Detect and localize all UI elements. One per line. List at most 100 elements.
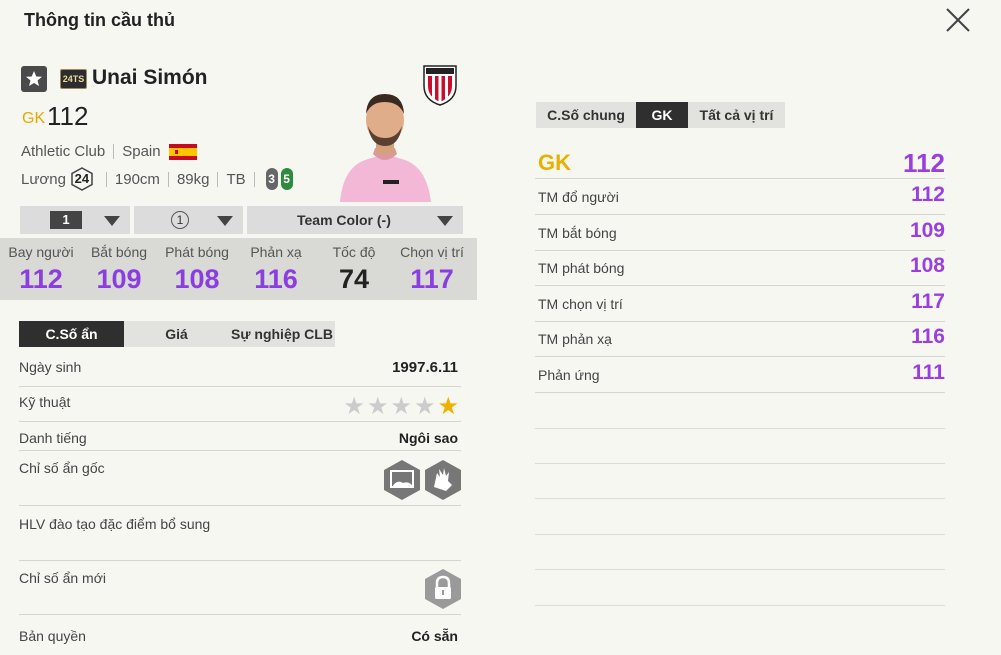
fame-label: Danh tiếng: [19, 430, 87, 446]
gloves-trait-icon[interactable]: [424, 459, 462, 501]
gk-rating-row: GK 112: [535, 145, 945, 179]
stat-positioning: Chọn vị trí 117: [393, 244, 471, 295]
player-name: Unai Simón: [92, 66, 208, 89]
stat-value: 74: [338, 264, 370, 294]
goal-trait-icon[interactable]: [383, 459, 421, 501]
stat-handling: Bắt bóng 109: [80, 244, 158, 295]
tab-price[interactable]: Giá: [124, 321, 229, 347]
tab-club-career[interactable]: Sự nghiệp CLB: [229, 321, 335, 347]
attr-row: TM chọn vị trí 117: [535, 286, 945, 322]
team-color-dropdown[interactable]: Team Color (-): [247, 206, 463, 234]
wage-label: Lương: [21, 170, 66, 188]
fame-row: Danh tiếng Ngôi sao: [19, 430, 461, 451]
birthday-label: Ngày sinh: [19, 359, 82, 375]
team-color-value: Team Color (-): [297, 212, 391, 228]
attr-label: Phản ứng: [538, 367, 600, 383]
club-name: Athletic Club: [21, 143, 106, 160]
divider: [535, 569, 945, 570]
weight-value: 89kg: [176, 170, 210, 188]
coach-traits-label: HLV đào tạo đặc điểm bổ sung: [19, 516, 211, 532]
attr-value: 117: [911, 290, 945, 313]
fame-value: Ngôi sao: [398, 430, 458, 446]
attr-value: 116: [911, 325, 945, 348]
star-icon: ★: [366, 393, 389, 420]
tab-general-stats[interactable]: C.Số chung: [536, 102, 636, 128]
divider: [535, 534, 945, 535]
height-value: 190cm: [114, 170, 160, 188]
nation-name: Spain: [122, 143, 161, 160]
attr-row: TM phát bóng 108: [535, 250, 945, 286]
divider: [535, 498, 945, 499]
close-icon[interactable]: [944, 6, 972, 34]
stat-speed: Tốc độ 74: [315, 244, 393, 295]
stat-value: 116: [254, 264, 298, 294]
attr-label: TM phản xạ: [538, 331, 612, 347]
upgrade-dropdown[interactable]: 1: [134, 206, 243, 234]
detail-tabs: C.Số ẩn Giá Sự nghiệp CLB: [19, 321, 335, 347]
attr-label: TM phát bóng: [538, 260, 625, 276]
divider: [535, 428, 945, 429]
divider: [535, 463, 945, 464]
season-badge: 24TS: [60, 69, 87, 89]
spain-flag-icon: [168, 143, 197, 160]
stat-label: Phản xạ: [250, 244, 302, 260]
attr-label: TM chọn vị trí: [538, 296, 623, 312]
birthday-value: 1997.6.11: [392, 359, 458, 376]
tab-hidden-stats[interactable]: C.Số ẩn: [19, 321, 124, 347]
player-position: GK: [22, 110, 46, 127]
wage-hex-icon: 24: [70, 167, 94, 191]
star-icon: ★: [343, 393, 365, 420]
stat-label: Bay người: [8, 244, 74, 260]
stat-label: Tốc độ: [332, 244, 376, 260]
new-traits-label: Chỉ số ẩn mới: [19, 570, 106, 586]
stat-value: 109: [96, 264, 142, 294]
wage-value: 24: [74, 171, 90, 186]
divider: [535, 605, 945, 606]
attr-value: 112: [911, 183, 945, 206]
chevron-down-icon: [217, 216, 233, 226]
level-value: 1: [50, 211, 82, 229]
gk-rating-value: 112: [903, 148, 945, 178]
coach-traits-row: HLV đào tạo đặc điểm bổ sung: [19, 516, 461, 561]
physical-line: Lương 24 190cm 89kg TB 3 5: [21, 167, 293, 191]
stat-label: Phát bóng: [165, 244, 229, 260]
tab-gk[interactable]: GK: [636, 102, 688, 128]
license-row: Bản quyền Có sẵn: [19, 628, 461, 648]
stat-diving: Bay người 112: [2, 244, 80, 295]
lock-icon: [425, 569, 461, 609]
position-tabs: C.Số chung GK Tất cả vị trí: [536, 102, 785, 128]
weak-foot-left-badge: 3: [265, 168, 278, 190]
stat-value: 112: [19, 264, 63, 294]
upgrade-value: 1: [171, 211, 189, 229]
hidden-traits-label: Chỉ số ẩn gốc: [19, 460, 105, 476]
key-stats-bar: Bay người 112 Bắt bóng 109 Phát bóng 108…: [0, 238, 477, 300]
club-nation-line: Athletic Club Spain: [21, 143, 197, 160]
weak-foot-right-badge: 5: [280, 168, 293, 190]
attr-row: TM bắt bóng 109: [535, 215, 945, 251]
stat-reflexes: Phản xạ 116: [237, 244, 315, 295]
favorite-star-icon[interactable]: [21, 66, 47, 92]
page-title: Thông tin cầu thủ: [24, 10, 175, 30]
skill-label: Kỹ thuật: [19, 394, 71, 410]
attr-row: TM đổ người 112: [535, 179, 945, 215]
stat-label: Chọn vị trí: [400, 244, 464, 260]
new-traits-row: Chỉ số ẩn mới: [19, 570, 461, 615]
attr-value: 111: [912, 361, 945, 384]
tab-all-positions[interactable]: Tất cả vị trí: [688, 102, 785, 128]
attr-label: TM đổ người: [538, 189, 619, 205]
stat-kicking: Phát bóng 108: [158, 244, 236, 295]
birthday-row: Ngày sinh 1997.6.11: [19, 359, 461, 387]
attr-value: 109: [909, 219, 945, 242]
skill-stars: ★ ★ ★ ★ ★: [341, 392, 459, 421]
player-photo: [340, 94, 431, 202]
attr-label: TM bắt bóng: [538, 225, 617, 241]
attr-value: 108: [909, 254, 945, 277]
star-icon: ★: [413, 393, 436, 420]
stat-value: 108: [174, 264, 220, 294]
star-icon: ★: [390, 393, 412, 420]
attr-row: TM phản xạ 116: [535, 321, 945, 357]
chevron-down-icon: [104, 216, 120, 226]
license-label: Bản quyền: [19, 628, 86, 644]
stat-label: Bắt bóng: [90, 244, 148, 260]
level-dropdown[interactable]: 1: [20, 206, 130, 234]
